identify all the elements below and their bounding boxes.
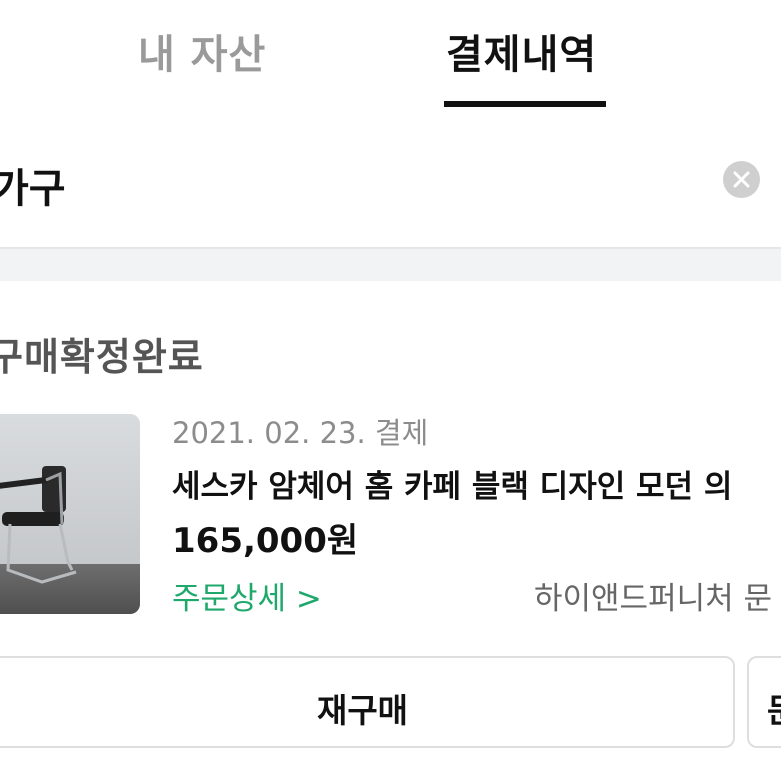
rebuy-button-label: 재구매 — [316, 691, 409, 730]
close-icon — [733, 171, 750, 188]
seller-name[interactable]: 하이앤드퍼니처 문 — [534, 573, 772, 618]
tab-payment-history[interactable]: 결제내역 — [446, 22, 597, 80]
secondary-action-label: 문 — [767, 684, 781, 732]
product-price: 165,000원 — [172, 521, 359, 561]
payment-date: 2021. 02. 23. 결제 — [172, 416, 429, 450]
order-status: 구매확정완료 — [0, 335, 204, 379]
order-detail-link[interactable]: 주문상세 > — [172, 573, 322, 618]
clear-search-button[interactable] — [723, 161, 760, 198]
active-tab-indicator — [444, 101, 606, 107]
top-tabs: 내 자산 결제내역 — [0, 0, 781, 108]
product-title[interactable]: 세스카 암체어 홈 카페 블랙 디자인 모던 의 — [172, 461, 732, 506]
tab-my-assets[interactable]: 내 자산 — [138, 22, 266, 80]
section-gap — [0, 249, 781, 281]
search-query[interactable]: 가구 — [0, 156, 66, 214]
secondary-action-button[interactable]: 문 — [747, 656, 781, 748]
search-bar: 가구 — [0, 108, 781, 248]
product-thumbnail[interactable] — [0, 414, 140, 614]
chair-product-image — [0, 414, 140, 614]
rebuy-button[interactable]: 재구매 — [0, 656, 735, 748]
